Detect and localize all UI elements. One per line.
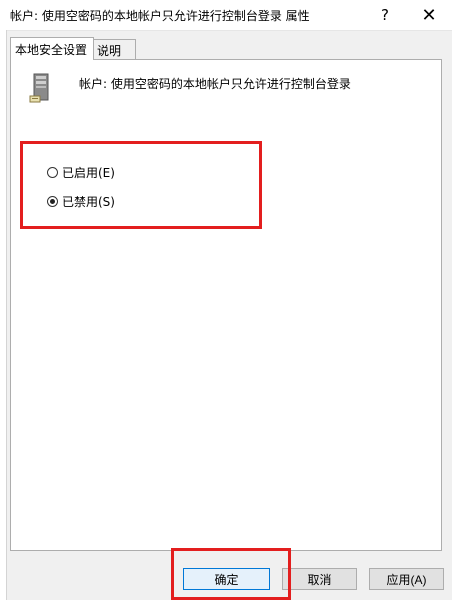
settings-panel: 帐户: 使用空密码的本地帐户只允许进行控制台登录 已启用(E) 已禁用(S) (10, 59, 442, 551)
server-icon (29, 73, 49, 103)
tab-explain[interactable]: 说明 (92, 39, 136, 60)
policy-title: 帐户: 使用空密码的本地帐户只允许进行控制台登录 (79, 77, 351, 91)
cancel-button[interactable]: 取消 (282, 568, 357, 590)
radio-enabled[interactable]: 已启用(E) (47, 164, 115, 181)
radio-dot (50, 199, 55, 204)
ok-button[interactable]: 确定 (183, 568, 270, 590)
radio-label: 已禁用(S) (62, 195, 115, 209)
radio-circle-selected[interactable] (47, 196, 58, 207)
close-icon: ✕ (421, 4, 437, 26)
close-button[interactable]: ✕ (406, 0, 452, 30)
apply-button[interactable]: 应用(A) (369, 568, 444, 590)
radio-disabled[interactable]: 已禁用(S) (47, 193, 115, 210)
radio-label: 已启用(E) (62, 166, 115, 180)
title-bar: 帐户: 使用空密码的本地帐户只允许进行控制台登录 属性 ? ✕ (0, 0, 452, 31)
radio-circle[interactable] (47, 167, 58, 178)
tab-local-security-setting[interactable]: 本地安全设置 (10, 37, 94, 60)
tab-label: 说明 (97, 43, 122, 58)
tab-label: 本地安全设置 (15, 42, 88, 57)
help-button[interactable]: ? (362, 0, 408, 30)
background-window-edge (0, 30, 7, 600)
window-title: 帐户: 使用空密码的本地帐户只允许进行控制台登录 属性 (10, 9, 310, 23)
help-icon: ? (381, 6, 389, 24)
